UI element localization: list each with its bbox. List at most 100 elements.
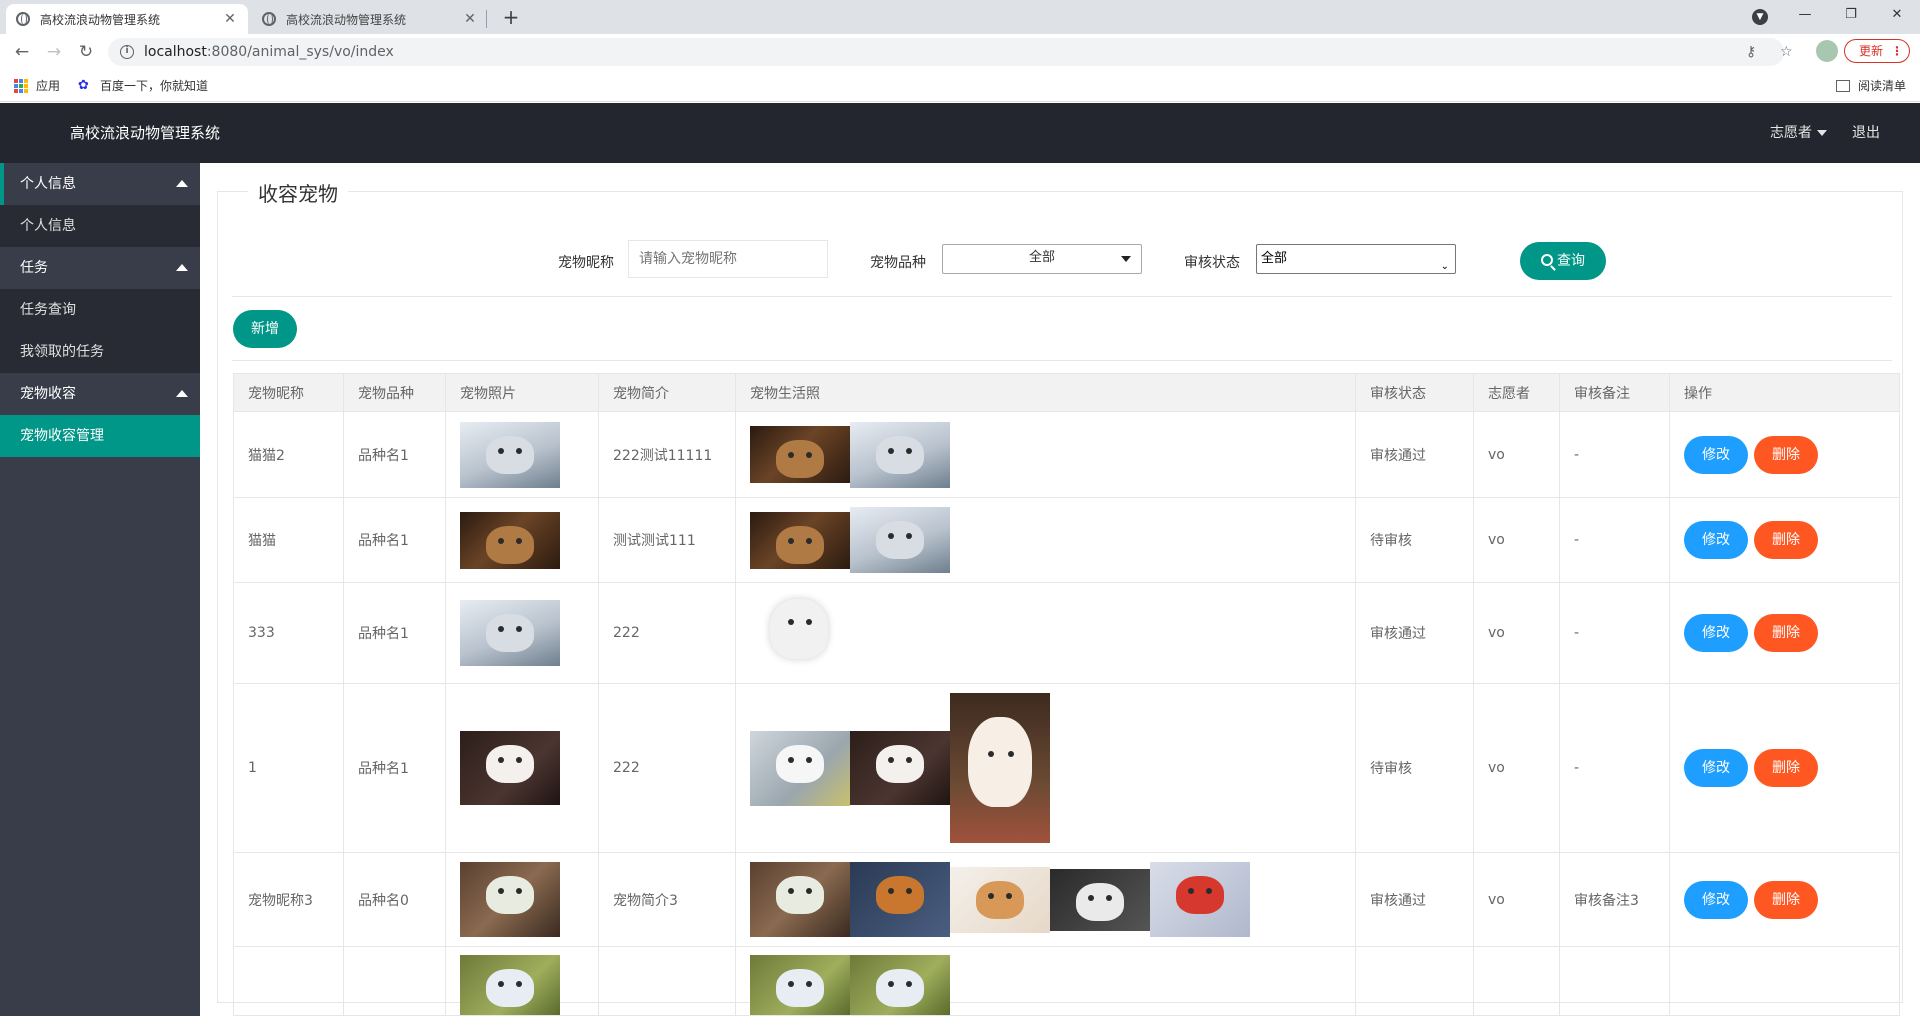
browser-tab-active[interactable]: 高校流浪动物管理系统 ✕ xyxy=(6,4,248,34)
minimize-button[interactable]: — xyxy=(1782,0,1828,30)
delete-button[interactable]: 删除 xyxy=(1754,521,1818,559)
edit-button[interactable]: 修改 xyxy=(1684,880,1748,919)
edit-button[interactable]: 修改 xyxy=(1684,435,1748,474)
cell-photo xyxy=(445,683,599,853)
santa-pets-photo[interactable] xyxy=(1150,862,1250,937)
restore-button[interactable]: ❐ xyxy=(1828,0,1874,30)
delete-button[interactable]: 删除 xyxy=(1754,435,1818,474)
breed-select[interactable]: 全部 xyxy=(942,244,1142,274)
sidebar-group-profile[interactable]: 个人信息 xyxy=(0,163,200,205)
key-icon[interactable]: ⚷ xyxy=(1746,38,1756,66)
cell-nickname: 猫猫 xyxy=(233,497,344,583)
delete-button[interactable]: 删除 xyxy=(1754,880,1818,919)
grey-cat-photo[interactable] xyxy=(850,421,950,488)
cell-remark: - xyxy=(1559,683,1670,853)
bird-photo[interactable] xyxy=(850,955,950,1015)
column-header: 宠物品种 xyxy=(343,373,446,412)
edit-button[interactable]: 修改 xyxy=(1684,614,1748,652)
add-button[interactable]: 新增 xyxy=(233,310,297,348)
white-kitten-photo[interactable] xyxy=(460,731,560,805)
info-icon[interactable]: i xyxy=(120,45,134,59)
breed-label: 宠物品种 xyxy=(870,255,926,271)
bookmark-apps[interactable]: 应用 xyxy=(14,77,60,94)
status-select[interactable]: 全部 ⌄ xyxy=(1256,244,1456,274)
cell-status: 审核通过 xyxy=(1355,411,1474,498)
sidebar-item-task-query[interactable]: 任务查询 xyxy=(0,289,200,331)
cell-nickname: 宠物昵称3 xyxy=(233,852,344,947)
cell-life-photos xyxy=(735,683,1356,853)
divider xyxy=(232,296,1892,297)
tabby-cat-photo[interactable] xyxy=(460,511,560,569)
cell-nickname: 猫猫2 xyxy=(233,411,344,498)
cell-remark: - xyxy=(1559,497,1670,583)
sidebar-item-shelter-management[interactable]: 宠物收容管理 xyxy=(0,415,200,457)
window-close-button[interactable]: ✕ xyxy=(1874,0,1920,30)
tabby-cat-photo[interactable] xyxy=(750,426,850,483)
cell-volunteer: vo xyxy=(1473,582,1560,684)
profile-avatar[interactable] xyxy=(1816,40,1838,62)
guinea-pig-photo[interactable] xyxy=(850,862,950,937)
menu-dots-icon[interactable]: ⋮ xyxy=(1891,40,1903,62)
table-row: 猫猫2 品种名1 222测试11111 审核通过 vo - 修改 删除 xyxy=(233,411,1900,498)
cell-actions: 修改 删除 xyxy=(1669,497,1900,583)
tabby-cat-photo[interactable] xyxy=(750,511,850,569)
cell-life-photos xyxy=(735,946,1356,1016)
hamster-photo[interactable] xyxy=(460,862,560,937)
app-header: 高校流浪动物管理系统 志愿者 退出 xyxy=(0,103,1920,163)
app-title: 高校流浪动物管理系统 xyxy=(70,124,221,142)
back-icon[interactable]: ← xyxy=(10,40,34,64)
shelter-panel: 收容宠物 宠物昵称 宠物品种 全部 审核状态 全部⌄ 查询 新增 宠物昵称 宠物… xyxy=(217,178,1904,1016)
chevron-down-icon: ⌄ xyxy=(1440,261,1449,272)
cell-breed: 品种名0 xyxy=(343,852,446,947)
sidebar-group-tasks[interactable]: 任务 xyxy=(0,247,200,289)
sidebar-item-profile[interactable]: 个人信息 xyxy=(0,205,200,247)
search-icon xyxy=(1541,254,1553,266)
close-icon[interactable]: ✕ xyxy=(222,11,238,27)
cell-remark: 审核备注3 xyxy=(1559,852,1670,947)
query-button[interactable]: 查询 xyxy=(1520,242,1606,280)
user-menu[interactable]: 志愿者 xyxy=(1770,103,1827,163)
table-row xyxy=(233,946,1900,1016)
bookmark-reading-list[interactable]: 阅读清单 xyxy=(1836,77,1906,94)
sidebar-group-shelter[interactable]: 宠物收容 xyxy=(0,373,200,415)
hamster-photo[interactable] xyxy=(750,862,850,937)
white-persian-photo[interactable] xyxy=(750,593,850,673)
new-tab-button[interactable]: + xyxy=(498,4,524,30)
reload-icon[interactable]: ↻ xyxy=(74,40,98,64)
white-kitten-light-photo[interactable] xyxy=(750,730,850,806)
delete-button[interactable]: 删除 xyxy=(1754,614,1818,652)
browser-tab-strip: 高校流浪动物管理系统 ✕ 高校流浪动物管理系统 ✕ + ▼ — ❐ ✕ xyxy=(0,0,1920,34)
cell-status xyxy=(1355,946,1474,1016)
bird-photo[interactable] xyxy=(460,955,560,1015)
close-icon[interactable]: ✕ xyxy=(462,11,478,27)
bookmark-baidu[interactable]: ✿ 百度一下，你就知道 xyxy=(78,77,208,94)
edit-button[interactable]: 修改 xyxy=(1684,521,1748,559)
white-kitten-photo[interactable] xyxy=(850,731,950,805)
edit-button[interactable]: 修改 xyxy=(1684,749,1748,787)
white-kitten-tall-photo[interactable] xyxy=(950,693,1050,843)
bookmark-star-icon[interactable]: ☆ xyxy=(1780,38,1793,66)
sidebar-item-my-tasks[interactable]: 我领取的任务 xyxy=(0,331,200,373)
cell-photo xyxy=(445,582,599,684)
forward-icon[interactable]: → xyxy=(42,40,66,64)
tab-separator xyxy=(486,10,487,28)
column-header: 志愿者 xyxy=(1473,373,1560,412)
update-button[interactable]: 更新 ⋮ xyxy=(1844,39,1910,63)
husky-puppies-photo[interactable] xyxy=(1050,868,1150,931)
logout-link[interactable]: 退出 xyxy=(1852,103,1880,163)
delete-button[interactable]: 删除 xyxy=(1754,749,1818,787)
nickname-search-input[interactable] xyxy=(628,240,828,278)
grey-cat-photo[interactable] xyxy=(460,600,560,666)
tab-search-icon[interactable]: ▼ xyxy=(1752,9,1768,25)
search-form: 宠物昵称 宠物品种 全部 审核状态 全部⌄ 查询 xyxy=(218,240,1904,280)
url-text: localhost:8080/animal_sys/vo/index xyxy=(144,44,394,60)
browser-tab-inactive[interactable]: 高校流浪动物管理系统 ✕ xyxy=(252,4,488,34)
bird-photo[interactable] xyxy=(750,955,850,1015)
grey-cat-photo[interactable] xyxy=(460,421,560,488)
cell-remark: - xyxy=(1559,411,1670,498)
two-kittens-photo[interactable] xyxy=(950,866,1050,933)
grey-cat-photo[interactable] xyxy=(850,507,950,573)
tab-title: 高校流浪动物管理系统 xyxy=(40,12,161,27)
caret-up-icon xyxy=(176,180,188,187)
address-bar[interactable]: i localhost:8080/animal_sys/vo/index ⚷ ☆ xyxy=(108,38,1793,66)
